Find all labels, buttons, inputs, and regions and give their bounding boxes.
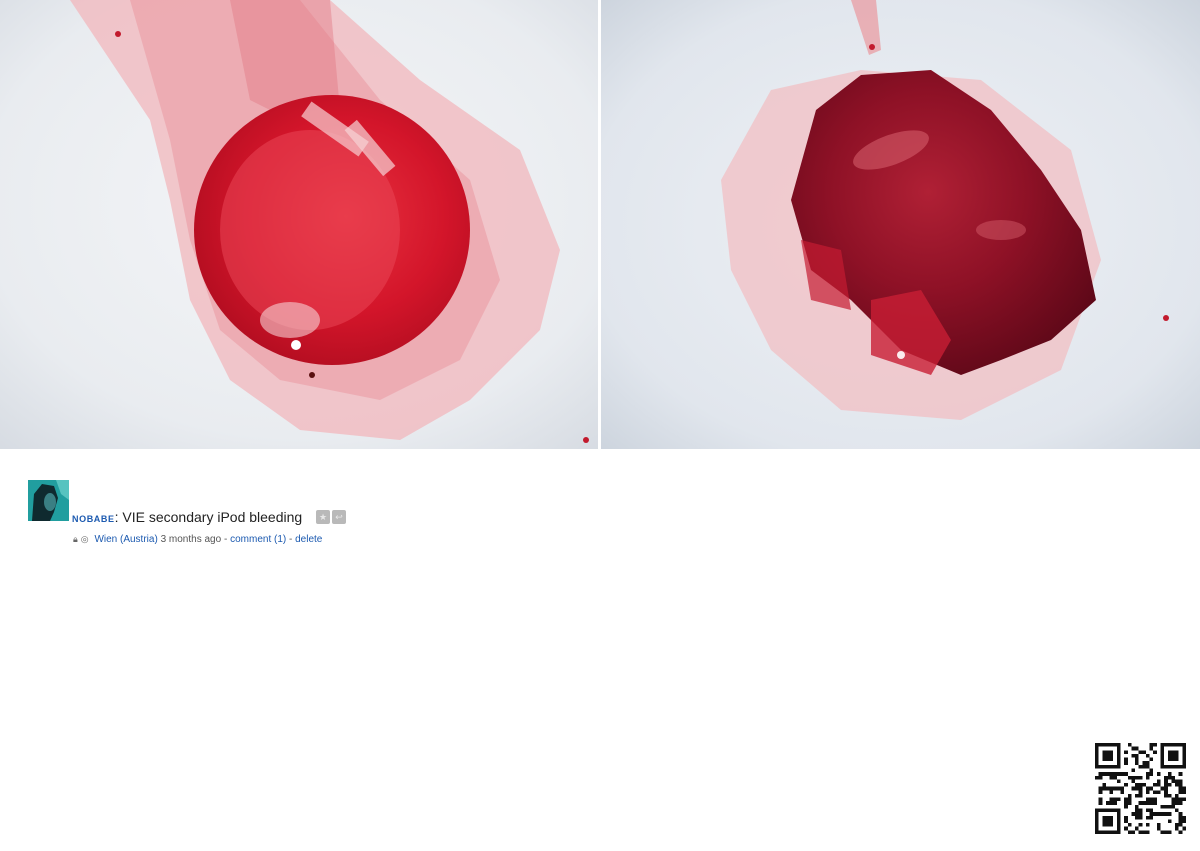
avatar[interactable] xyxy=(28,480,69,521)
status-text: VIE secondary iPod bleeding xyxy=(122,509,303,525)
reply-icon[interactable]: ↩ xyxy=(332,510,347,524)
comment-link[interactable]: comment (1) xyxy=(230,534,286,545)
bleeding-pool-photo xyxy=(0,0,598,449)
post-meta: 🔒︎ ◎ Wien (Austria) 3 months ago - commen… xyxy=(73,534,322,545)
username-link[interactable]: NOBABE xyxy=(72,514,115,524)
qr-code xyxy=(1095,743,1186,834)
location-link[interactable]: Wien (Austria) xyxy=(94,534,157,545)
meta-separator: - xyxy=(223,534,228,545)
clotted-blood-photo xyxy=(601,0,1200,449)
page: NOBABE: VIE secondary iPod bleeding ★ ↩ 🔒… xyxy=(0,0,1200,851)
lock-icon: 🔒︎ xyxy=(73,534,78,544)
username-separator: : xyxy=(114,509,119,525)
globe-icon: ◎ xyxy=(80,534,89,544)
post-time: 3 months ago xyxy=(160,534,222,545)
meta-separator: - xyxy=(289,534,293,545)
delete-link[interactable]: delete xyxy=(295,534,322,545)
status-line: NOBABE: VIE secondary iPod bleeding ★ ↩ xyxy=(72,509,347,525)
status-post: NOBABE: VIE secondary iPod bleeding ★ ↩ 🔒… xyxy=(28,480,628,550)
star-icon[interactable]: ★ xyxy=(316,510,331,524)
